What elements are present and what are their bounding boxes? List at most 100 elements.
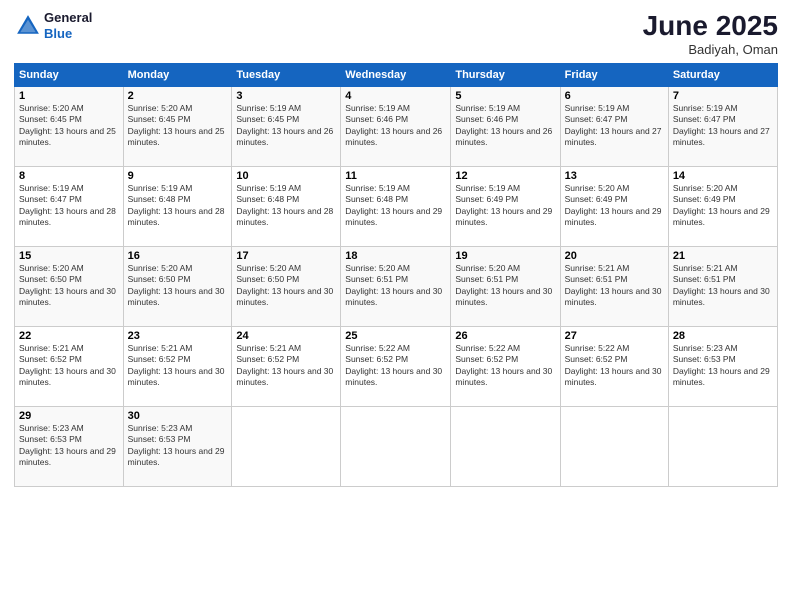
table-cell: 3 Sunrise: 5:19 AMSunset: 6:45 PMDayligh… [232,87,341,167]
cell-info: Sunrise: 5:20 AMSunset: 6:50 PMDaylight:… [236,263,336,309]
day-number: 29 [19,410,119,422]
col-friday: Friday [560,64,668,87]
cell-info: Sunrise: 5:19 AMSunset: 6:48 PMDaylight:… [128,183,228,229]
day-number: 3 [236,90,336,102]
cell-info: Sunrise: 5:23 AMSunset: 6:53 PMDaylight:… [673,343,773,389]
day-number: 30 [128,410,228,422]
cell-info: Sunrise: 5:22 AMSunset: 6:52 PMDaylight:… [455,343,555,389]
cell-info: Sunrise: 5:20 AMSunset: 6:51 PMDaylight:… [455,263,555,309]
cell-info: Sunrise: 5:23 AMSunset: 6:53 PMDaylight:… [19,423,119,469]
cell-info: Sunrise: 5:19 AMSunset: 6:48 PMDaylight:… [345,183,446,229]
table-cell: 23 Sunrise: 5:21 AMSunset: 6:52 PMDaylig… [123,327,232,407]
table-cell [341,407,451,487]
day-number: 9 [128,170,228,182]
cell-info: Sunrise: 5:19 AMSunset: 6:49 PMDaylight:… [455,183,555,229]
day-number: 2 [128,90,228,102]
day-number: 8 [19,170,119,182]
day-number: 22 [19,330,119,342]
table-cell: 6 Sunrise: 5:19 AMSunset: 6:47 PMDayligh… [560,87,668,167]
table-cell: 26 Sunrise: 5:22 AMSunset: 6:52 PMDaylig… [451,327,560,407]
cell-info: Sunrise: 5:19 AMSunset: 6:47 PMDaylight:… [673,103,773,149]
day-number: 7 [673,90,773,102]
cell-info: Sunrise: 5:22 AMSunset: 6:52 PMDaylight:… [565,343,664,389]
table-cell: 2 Sunrise: 5:20 AMSunset: 6:45 PMDayligh… [123,87,232,167]
table-cell: 13 Sunrise: 5:20 AMSunset: 6:49 PMDaylig… [560,167,668,247]
logo-general: General [44,10,92,25]
table-cell: 1 Sunrise: 5:20 AMSunset: 6:45 PMDayligh… [15,87,124,167]
logo-icon [14,12,42,40]
day-number: 4 [345,90,446,102]
table-cell: 16 Sunrise: 5:20 AMSunset: 6:50 PMDaylig… [123,247,232,327]
location: Badiyah, Oman [643,42,778,57]
cell-info: Sunrise: 5:20 AMSunset: 6:45 PMDaylight:… [128,103,228,149]
cell-info: Sunrise: 5:19 AMSunset: 6:46 PMDaylight:… [455,103,555,149]
page: General Blue June 2025 Badiyah, Oman Sun… [0,0,792,612]
table-cell: 21 Sunrise: 5:21 AMSunset: 6:51 PMDaylig… [668,247,777,327]
cell-info: Sunrise: 5:21 AMSunset: 6:52 PMDaylight:… [128,343,228,389]
day-number: 5 [455,90,555,102]
table-cell [668,407,777,487]
month-year: June 2025 [643,10,778,42]
cell-info: Sunrise: 5:20 AMSunset: 6:45 PMDaylight:… [19,103,119,149]
cell-info: Sunrise: 5:19 AMSunset: 6:46 PMDaylight:… [345,103,446,149]
day-number: 17 [236,250,336,262]
day-number: 28 [673,330,773,342]
cell-info: Sunrise: 5:21 AMSunset: 6:51 PMDaylight:… [673,263,773,309]
table-cell: 22 Sunrise: 5:21 AMSunset: 6:52 PMDaylig… [15,327,124,407]
day-number: 21 [673,250,773,262]
day-number: 19 [455,250,555,262]
day-number: 14 [673,170,773,182]
table-cell: 5 Sunrise: 5:19 AMSunset: 6:46 PMDayligh… [451,87,560,167]
cell-info: Sunrise: 5:19 AMSunset: 6:47 PMDaylight:… [565,103,664,149]
day-number: 23 [128,330,228,342]
cell-info: Sunrise: 5:20 AMSunset: 6:50 PMDaylight:… [19,263,119,309]
cell-info: Sunrise: 5:23 AMSunset: 6:53 PMDaylight:… [128,423,228,469]
cell-info: Sunrise: 5:19 AMSunset: 6:47 PMDaylight:… [19,183,119,229]
table-cell: 19 Sunrise: 5:20 AMSunset: 6:51 PMDaylig… [451,247,560,327]
day-number: 10 [236,170,336,182]
day-number: 1 [19,90,119,102]
table-cell: 7 Sunrise: 5:19 AMSunset: 6:47 PMDayligh… [668,87,777,167]
table-cell: 17 Sunrise: 5:20 AMSunset: 6:50 PMDaylig… [232,247,341,327]
cell-info: Sunrise: 5:20 AMSunset: 6:49 PMDaylight:… [673,183,773,229]
col-monday: Monday [123,64,232,87]
table-cell: 9 Sunrise: 5:19 AMSunset: 6:48 PMDayligh… [123,167,232,247]
cell-info: Sunrise: 5:20 AMSunset: 6:51 PMDaylight:… [345,263,446,309]
title-block: June 2025 Badiyah, Oman [643,10,778,57]
calendar-table: Sunday Monday Tuesday Wednesday Thursday… [14,63,778,487]
day-number: 27 [565,330,664,342]
table-cell: 14 Sunrise: 5:20 AMSunset: 6:49 PMDaylig… [668,167,777,247]
col-saturday: Saturday [668,64,777,87]
col-tuesday: Tuesday [232,64,341,87]
day-number: 16 [128,250,228,262]
table-cell: 11 Sunrise: 5:19 AMSunset: 6:48 PMDaylig… [341,167,451,247]
header-row: Sunday Monday Tuesday Wednesday Thursday… [15,64,778,87]
col-sunday: Sunday [15,64,124,87]
cell-info: Sunrise: 5:21 AMSunset: 6:52 PMDaylight:… [236,343,336,389]
table-cell: 28 Sunrise: 5:23 AMSunset: 6:53 PMDaylig… [668,327,777,407]
day-number: 25 [345,330,446,342]
cell-info: Sunrise: 5:20 AMSunset: 6:49 PMDaylight:… [565,183,664,229]
day-number: 11 [345,170,446,182]
table-cell: 18 Sunrise: 5:20 AMSunset: 6:51 PMDaylig… [341,247,451,327]
day-number: 13 [565,170,664,182]
day-number: 18 [345,250,446,262]
cell-info: Sunrise: 5:21 AMSunset: 6:51 PMDaylight:… [565,263,664,309]
day-number: 6 [565,90,664,102]
cell-info: Sunrise: 5:22 AMSunset: 6:52 PMDaylight:… [345,343,446,389]
table-cell: 12 Sunrise: 5:19 AMSunset: 6:49 PMDaylig… [451,167,560,247]
cell-info: Sunrise: 5:19 AMSunset: 6:45 PMDaylight:… [236,103,336,149]
cell-info: Sunrise: 5:20 AMSunset: 6:50 PMDaylight:… [128,263,228,309]
table-cell: 15 Sunrise: 5:20 AMSunset: 6:50 PMDaylig… [15,247,124,327]
day-number: 24 [236,330,336,342]
header: General Blue June 2025 Badiyah, Oman [14,10,778,57]
logo-blue: Blue [44,26,72,41]
table-cell: 8 Sunrise: 5:19 AMSunset: 6:47 PMDayligh… [15,167,124,247]
table-cell: 4 Sunrise: 5:19 AMSunset: 6:46 PMDayligh… [341,87,451,167]
col-thursday: Thursday [451,64,560,87]
table-cell: 25 Sunrise: 5:22 AMSunset: 6:52 PMDaylig… [341,327,451,407]
table-cell: 10 Sunrise: 5:19 AMSunset: 6:48 PMDaylig… [232,167,341,247]
day-number: 15 [19,250,119,262]
logo: General Blue [14,10,92,41]
table-cell [451,407,560,487]
